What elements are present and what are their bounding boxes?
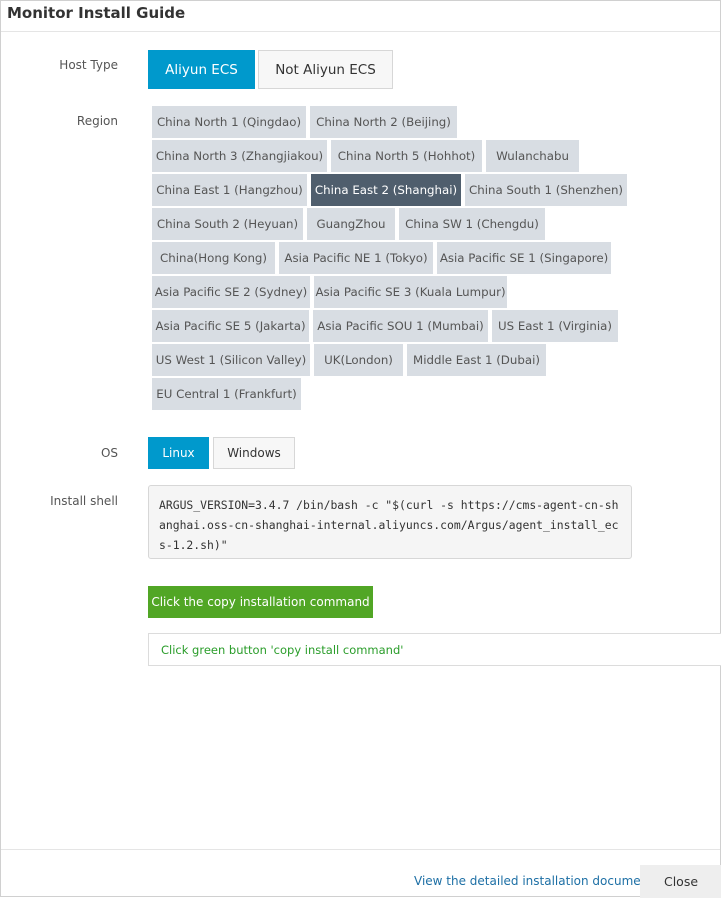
dialog-title: Monitor Install Guide (7, 4, 186, 22)
host-type-aliyun-ecs-button[interactable]: Aliyun ECS (148, 50, 255, 89)
region-option[interactable]: EU Central 1 (Frankfurt) (152, 378, 301, 410)
installation-docs-link[interactable]: View the detailed installation documents (414, 874, 659, 888)
region-option[interactable]: China North 3 (Zhangjiakou) (152, 140, 327, 172)
host-type-label: Host Type (59, 58, 118, 72)
region-option[interactable]: US East 1 (Virginia) (492, 310, 618, 342)
copy-hint-text: Click green button 'copy install command… (161, 642, 404, 657)
region-option[interactable]: China South 2 (Heyuan) (152, 208, 303, 240)
os-linux-button[interactable]: Linux (148, 437, 209, 469)
os-windows-button[interactable]: Windows (213, 437, 295, 469)
region-option[interactable]: GuangZhou (307, 208, 395, 240)
region-label: Region (76, 114, 118, 128)
region-option[interactable]: UK(London) (314, 344, 403, 376)
region-option[interactable]: Asia Pacific SE 5 (Jakarta) (152, 310, 309, 342)
install-command-text[interactable]: ARGUS_VERSION=3.4.7 /bin/bash -c "$(curl… (148, 485, 632, 559)
footer-divider (1, 849, 720, 850)
region-option[interactable]: US West 1 (Silicon Valley) (152, 344, 310, 376)
install-guide-dialog: Monitor Install Guide Host Type Aliyun E… (0, 0, 721, 898)
region-option[interactable]: Asia Pacific SE 3 (Kuala Lumpur) (314, 276, 507, 308)
copy-hint-message: Click green button 'copy install command… (148, 633, 721, 666)
region-option[interactable]: Asia Pacific NE 1 (Tokyo) (279, 242, 433, 274)
region-option[interactable]: Middle East 1 (Dubai) (407, 344, 546, 376)
region-option[interactable]: China North 2 (Beijing) (310, 106, 457, 138)
install-shell-label: Install shell (50, 494, 118, 508)
region-option[interactable]: China East 1 (Hangzhou) (152, 174, 307, 206)
region-option[interactable]: Asia Pacific SE 1 (Singapore) (437, 242, 611, 274)
copy-command-button[interactable]: Click the copy installation command (148, 586, 373, 618)
region-option[interactable]: China North 1 (Qingdao) (152, 106, 306, 138)
region-option[interactable]: Asia Pacific SE 2 (Sydney) (152, 276, 310, 308)
region-option[interactable]: China SW 1 (Chengdu) (399, 208, 545, 240)
region-option[interactable]: Asia Pacific SOU 1 (Mumbai) (313, 310, 488, 342)
region-option[interactable]: China(Hong Kong) (152, 242, 275, 274)
title-divider (1, 31, 720, 32)
region-option[interactable]: Wulanchabu (486, 140, 579, 172)
region-option-selected[interactable]: China East 2 (Shanghai) (311, 174, 461, 206)
os-label: OS (100, 446, 118, 460)
region-option[interactable]: China North 5 (Hohhot) (331, 140, 482, 172)
host-type-not-aliyun-ecs-button[interactable]: Not Aliyun ECS (258, 50, 393, 89)
region-option[interactable]: China South 1 (Shenzhen) (465, 174, 627, 206)
close-button[interactable]: Close (640, 865, 721, 898)
